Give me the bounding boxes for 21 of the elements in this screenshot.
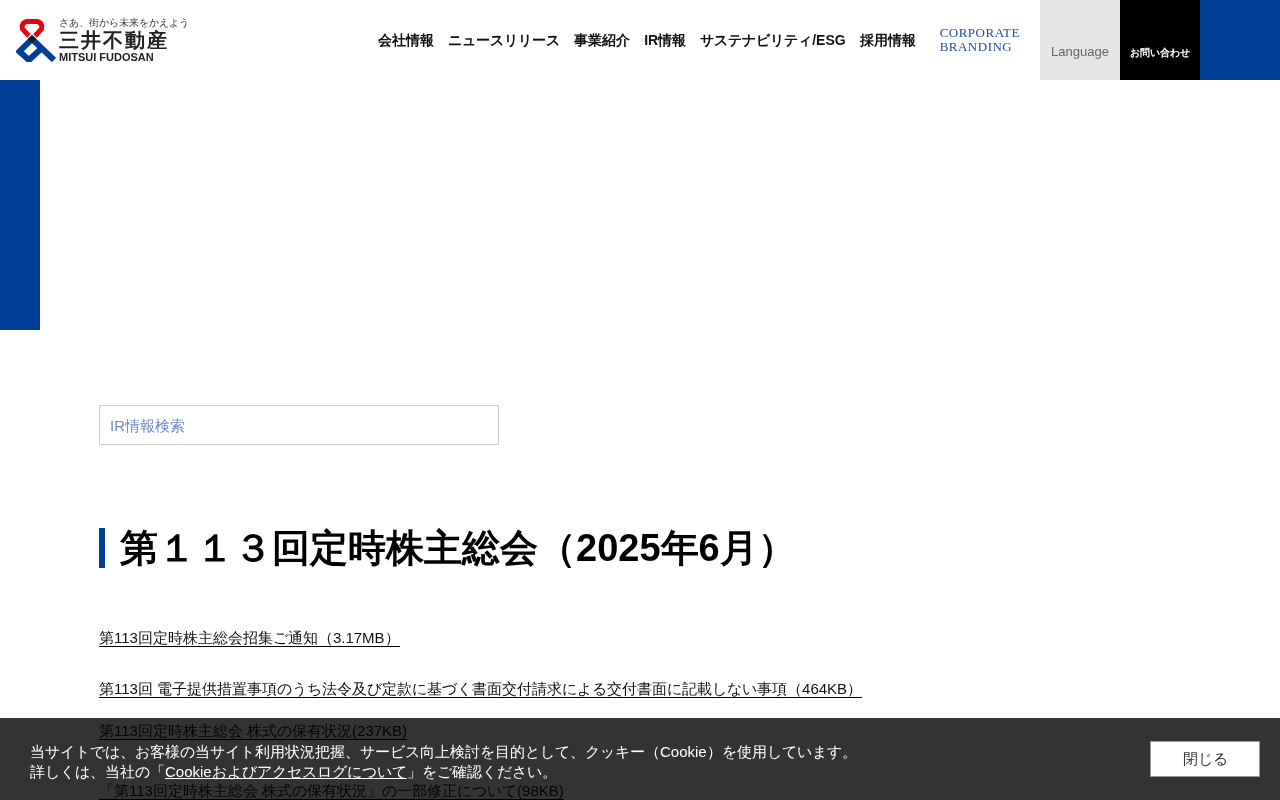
corporate-branding-link[interactable]: CORPORATE BRANDING <box>939 26 1020 54</box>
language-button[interactable]: Language <box>1040 0 1120 80</box>
page-heading: 第１１３回定時株主総会（2025年6月） <box>99 528 796 568</box>
search-field[interactable]: IR情報検索 <box>99 405 499 445</box>
nav-link[interactable]: ニュースリリース <box>448 29 561 51</box>
contact-button[interactable]: お問い合わせ <box>1120 0 1200 80</box>
document-link[interactable]: 第113回定時株主総会招集ご通知（3.17MB） <box>99 630 400 647</box>
company-name-latin: MITSUI FUDOSAN <box>59 51 155 63</box>
nav-link[interactable]: 採用情報 <box>859 29 916 51</box>
cookie-policy-link[interactable]: Cookieおよびアクセスログについて <box>165 763 407 780</box>
document-link[interactable]: 第113回 電子提供措置事項のうち法令及び定款に基づく書面交付請求による交付書面に記載しない事項（464KB） <box>99 681 863 698</box>
nav-link[interactable]: IR情報 <box>644 29 687 51</box>
cookie-notice-text: 当サイトでは、お客様の当サイト利用状況把握、サービス向上検討を目的として、クッキー（Cookie）を使用しています。 <box>30 742 857 762</box>
company-name: 三井不動産 <box>59 29 170 50</box>
nav-link[interactable]: 会社情報 <box>378 29 435 51</box>
logo-icon <box>16 18 56 62</box>
close-button[interactable]: 閉じる <box>1150 741 1260 777</box>
nav-link[interactable]: サステナビリティ/ESG <box>700 29 846 51</box>
cookie-details-text: 詳しくは、当社の「Cookieおよびアクセスログについて」をご確認ください。 <box>30 762 558 782</box>
nav-link[interactable]: 事業紹介 <box>574 29 631 51</box>
logo-tagline: さあ、街から未来をかえよう <box>59 17 189 28</box>
